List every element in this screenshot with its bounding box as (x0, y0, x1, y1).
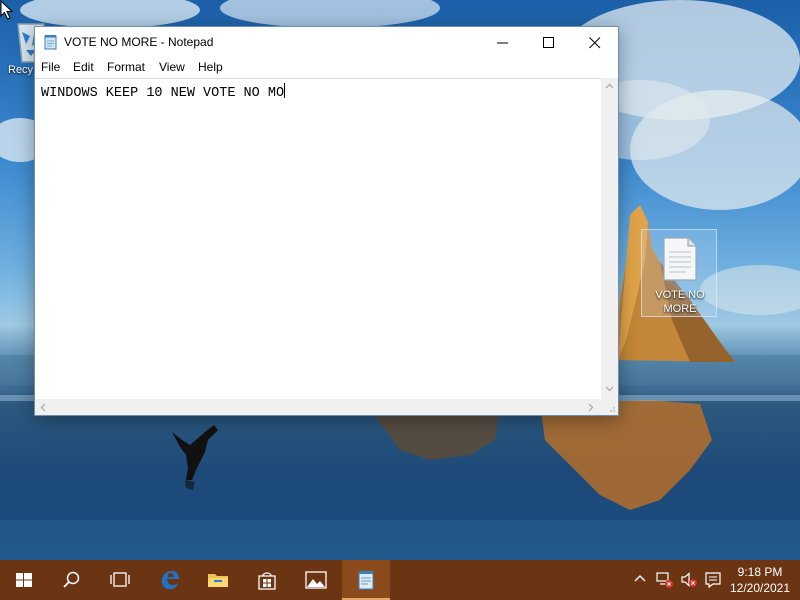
scroll-left-icon[interactable] (40, 403, 46, 412)
minimize-button[interactable] (480, 27, 526, 57)
store-icon (258, 572, 276, 590)
notifications-icon[interactable] (704, 571, 722, 589)
clock[interactable]: 9:18 PM 12/20/2021 (724, 564, 796, 596)
close-icon (589, 37, 601, 49)
clock-time: 9:18 PM (737, 565, 783, 579)
notepad-app-icon (44, 35, 57, 50)
clock-date: 12/20/2021 (729, 581, 791, 595)
file-explorer-button[interactable] (194, 560, 242, 600)
scroll-right-icon[interactable] (588, 403, 594, 412)
menu-view[interactable]: View (159, 60, 185, 74)
scrollbar-corner (601, 399, 618, 415)
network-disconnected-icon[interactable] (656, 571, 674, 589)
desktop-file-label-line2: MORE (663, 303, 697, 315)
task-view-button[interactable] (96, 560, 144, 600)
search-icon (63, 571, 80, 588)
horizontal-scrollbar[interactable] (35, 399, 601, 415)
notepad-taskbar-button[interactable] (342, 560, 390, 600)
menu-format[interactable]: Format (107, 60, 145, 74)
title-bar[interactable]: VOTE NO MORE - Notepad (35, 27, 618, 57)
vertical-scrollbar[interactable] (601, 78, 618, 399)
search-button[interactable] (48, 560, 96, 600)
maximize-icon (543, 37, 554, 48)
minimize-icon (497, 42, 508, 44)
menu-edit[interactable]: Edit (73, 60, 94, 74)
scroll-up-icon[interactable] (605, 83, 614, 89)
resize-grip-icon[interactable] (601, 399, 618, 415)
desktop-file-label-line1: VOTE NO (655, 289, 705, 301)
photos-icon (305, 571, 327, 589)
text-editor[interactable]: WINDOWS KEEP 10 NEW VOTE NO MO (35, 78, 601, 400)
volume-muted-icon[interactable] (680, 571, 698, 589)
start-button[interactable] (0, 560, 48, 600)
taskbar: 9:18 PM 12/20/2021 (0, 560, 800, 600)
recycle-bin-label[interactable]: Recy (8, 64, 33, 76)
desktop-file-label: VOTE NO MORE (642, 288, 718, 316)
window-title: VOTE NO MORE - Notepad (64, 35, 214, 49)
photos-button[interactable] (292, 560, 340, 600)
notepad-icon (358, 571, 374, 590)
close-button[interactable] (572, 27, 618, 57)
menu-bar: File Edit Format View Help (35, 57, 618, 78)
start-icon (16, 573, 32, 587)
scroll-down-icon[interactable] (605, 386, 614, 392)
mouse-cursor-icon (0, 0, 14, 20)
text-file-icon (663, 237, 697, 281)
chevron-up-icon[interactable] (633, 571, 647, 587)
editor-content: WINDOWS KEEP 10 NEW VOTE NO MO (41, 86, 285, 101)
text-caret (284, 83, 286, 98)
desktop-file-vote-no-more[interactable]: VOTE NO MORE (641, 229, 717, 317)
menu-help[interactable]: Help (198, 60, 223, 74)
menu-file[interactable]: File (41, 60, 60, 74)
file-explorer-icon (208, 574, 228, 587)
task-view-icon (110, 572, 130, 587)
notepad-window[interactable]: VOTE NO MORE - Notepad File Edit Format … (34, 26, 619, 416)
maximize-button[interactable] (526, 27, 572, 57)
store-button[interactable] (243, 560, 291, 600)
edge-button[interactable] (146, 560, 194, 600)
edge-icon (161, 571, 179, 590)
